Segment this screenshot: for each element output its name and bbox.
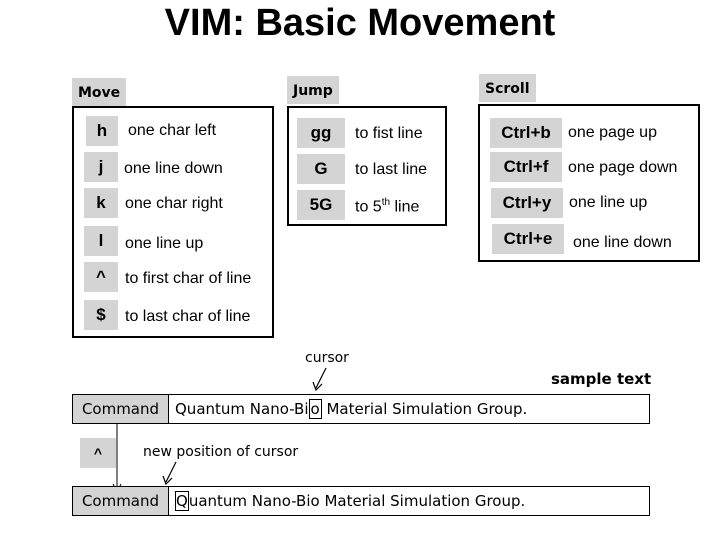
move-desc: one char right: [125, 195, 223, 212]
sample-text: Quantum Nano-Bio Material Simulation Gro…: [175, 491, 526, 511]
scroll-desc: one page down: [568, 159, 678, 176]
scroll-key: Ctrl+y: [491, 188, 563, 218]
cursor-char: Q: [175, 491, 189, 511]
move-key: $: [84, 300, 118, 330]
sample-text: Quantum Nano-Bio Material Simulation Gro…: [175, 399, 528, 419]
mode-label: Command: [73, 487, 169, 515]
jump-desc: to fist line: [355, 125, 423, 142]
move-desc: to first char of line: [125, 270, 252, 287]
move-desc: one char left: [128, 122, 217, 139]
jump-box: gg to fist line G to last line 5G to 5th…: [287, 106, 447, 226]
caret-key: ^: [80, 438, 116, 468]
jump-desc: to 5th line: [355, 197, 420, 216]
command-line-after: Command Quantum Nano-Bio Material Simula…: [72, 486, 650, 516]
cursor-label: cursor: [305, 350, 349, 366]
move-box: h one char left j one line down k one ch…: [72, 106, 274, 338]
jump-tab: Jump: [287, 76, 339, 104]
scroll-key: Ctrl+f: [490, 152, 562, 182]
scroll-desc: one line down: [573, 234, 672, 251]
cursor-arrow-icon: [312, 367, 327, 392]
scroll-tab: Scroll: [479, 74, 536, 102]
jump-key: G: [297, 154, 345, 184]
new-cursor-label: new position of cursor: [143, 444, 299, 460]
mode-label: Command: [73, 395, 169, 423]
move-desc: one line down: [124, 160, 223, 177]
jump-desc: to last line: [355, 161, 428, 178]
scroll-key: Ctrl+e: [492, 224, 564, 254]
scroll-box: Ctrl+b one page up Ctrl+f one page down …: [478, 104, 700, 262]
scroll-key: Ctrl+b: [490, 118, 562, 148]
scroll-desc: one line up: [569, 194, 648, 211]
jump-key: gg: [297, 118, 345, 148]
page-title: VIM: Basic Movement: [164, 2, 556, 44]
new-cursor-arrow-icon: [162, 461, 177, 486]
scroll-desc: one page up: [568, 124, 657, 141]
cursor-char: o: [308, 399, 322, 419]
move-key: h: [86, 116, 118, 146]
jump-key: 5G: [297, 190, 345, 220]
move-key: j: [84, 152, 118, 182]
sample-text-label: sample text: [551, 370, 652, 388]
command-line-before: Command Quantum Nano-Bi o Material Simula…: [72, 394, 650, 424]
move-tab: Move: [72, 78, 127, 106]
move-desc: one line up: [125, 235, 204, 252]
move-desc: to last char of line: [125, 308, 251, 325]
move-key: ^: [84, 262, 118, 292]
move-key: k: [84, 188, 118, 218]
move-key: l: [84, 226, 118, 256]
